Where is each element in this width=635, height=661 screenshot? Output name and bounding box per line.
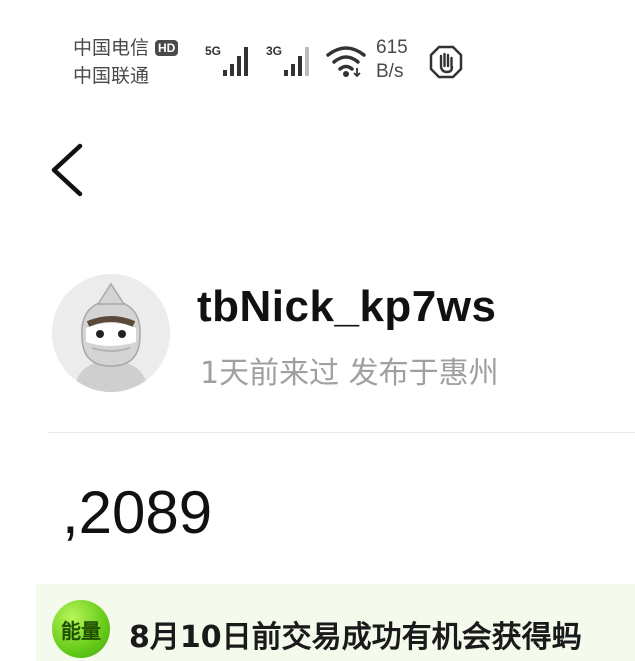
avatar[interactable] [52, 274, 170, 392]
signal-3g-label: 3G [266, 44, 283, 58]
signal-5g-label: 5G [205, 44, 222, 58]
energy-badge: 能量 [52, 600, 110, 658]
seller-username[interactable]: tbNick_kp7ws [197, 282, 496, 332]
seller-meta: 1天前来过 发布于惠州 [200, 356, 499, 391]
carrier-2-name: 中国联通 [73, 65, 150, 87]
carrier-2: 中国联通 [73, 62, 178, 90]
carrier-1: 中国电信 HD [73, 34, 179, 62]
carrier-1-name: 中国电信 [73, 37, 150, 59]
signal-bars-5g [223, 47, 248, 76]
carrier-info: 中国电信 HD 中国联通 [73, 34, 179, 90]
network-speed: 615 B/s [376, 36, 408, 84]
hand-stop-icon [429, 45, 463, 79]
promo-banner[interactable]: 能量 8月10日前交易成功有机会获得蚂 [36, 584, 635, 661]
promo-text: 8月10日前交易成功有机会获得蚂 [129, 620, 582, 655]
avatar-ninja-icon [52, 274, 170, 392]
hd-badge: HD [155, 40, 179, 56]
item-price: ,2089 [62, 479, 213, 546]
divider [48, 432, 635, 433]
speed-unit: B/s [376, 61, 404, 82]
wifi-icon [326, 46, 366, 78]
signal-bars-3g [284, 47, 309, 76]
status-bar: 中国电信 HD 中国联通 5G 3G 615 B/s [0, 0, 635, 100]
chevron-left-icon [51, 143, 83, 197]
speed-value: 615 [376, 37, 408, 58]
seller-profile[interactable]: tbNick_kp7ws 1天前来过 发布于惠州 [0, 260, 635, 410]
back-button[interactable] [44, 138, 94, 202]
